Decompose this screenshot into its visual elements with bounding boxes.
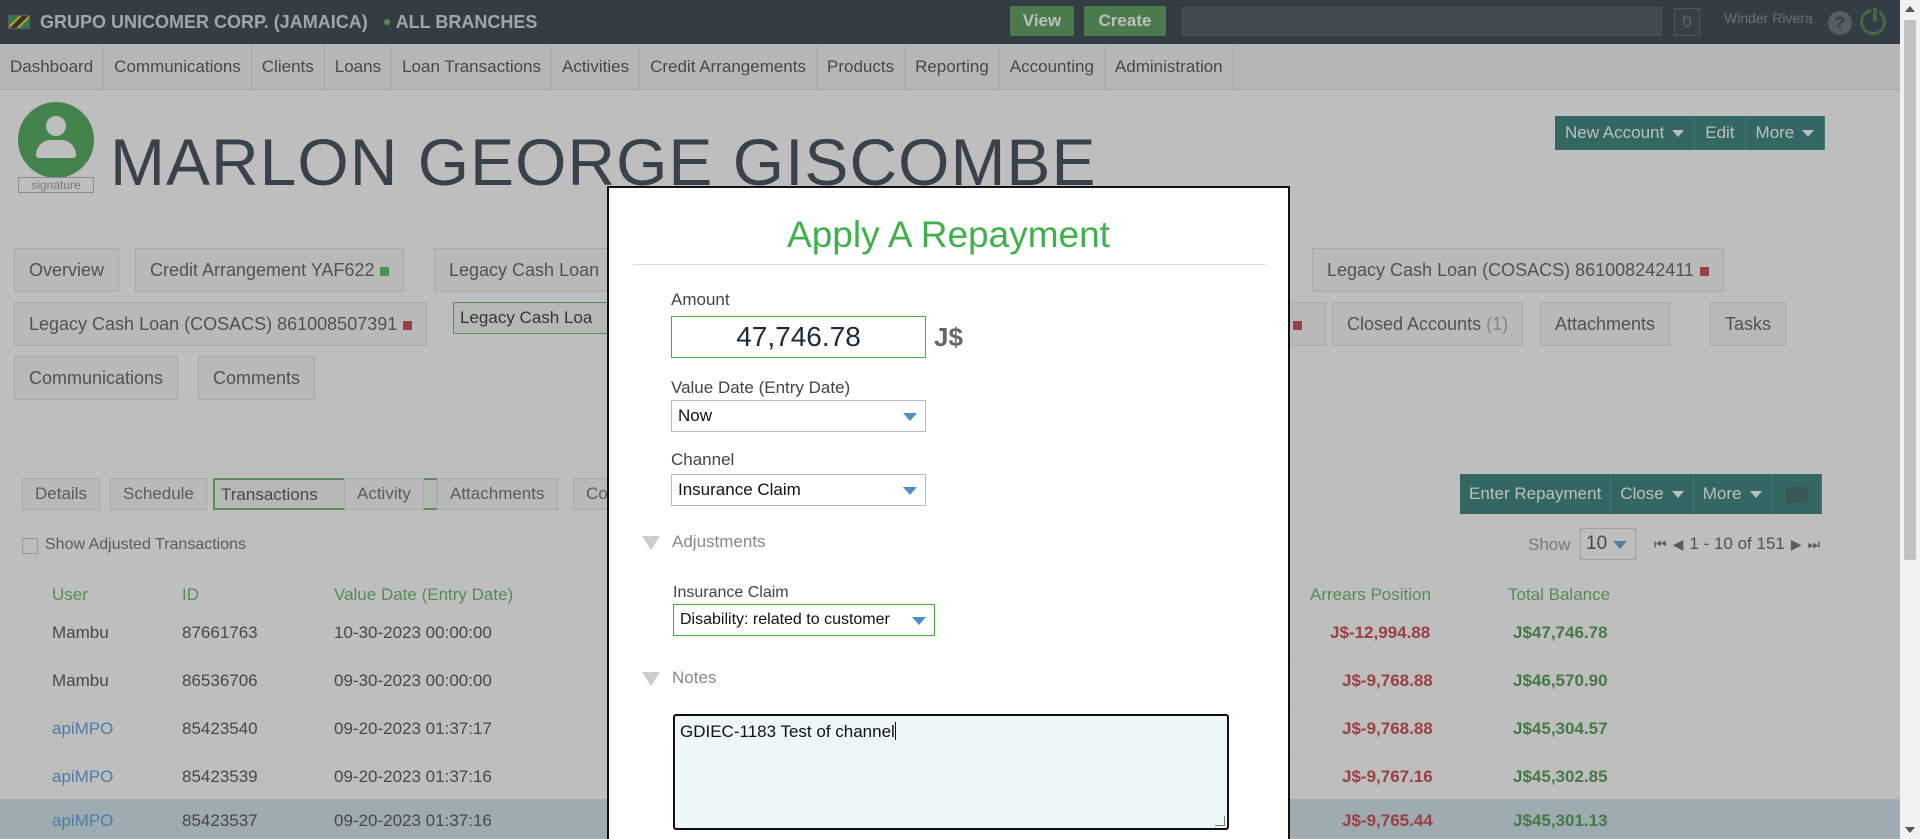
currency-label: J$ [934, 322, 963, 352]
insurance-claim-select[interactable]: Disability: related to customer [673, 604, 935, 636]
notes-textarea[interactable]: GDIEC-1183 Test of channel [673, 714, 1229, 830]
apply-repayment-dialog: Apply A Repayment Amount 47,746.78 J$ Va… [607, 186, 1290, 839]
chevron-down-icon [912, 617, 926, 625]
channel-label: Channel [671, 450, 735, 469]
amount-label: Amount [671, 290, 730, 309]
collapse-triangle-icon[interactable] [642, 672, 660, 686]
channel-value: Insurance Claim [678, 480, 801, 499]
notes-text: GDIEC-1183 Test of channel [680, 722, 895, 741]
channel-select[interactable]: Insurance Claim [671, 474, 926, 506]
insurance-claim-value: Disability: related to customer [680, 611, 890, 628]
collapse-triangle-icon[interactable] [642, 536, 660, 550]
amount-input[interactable]: 47,746.78 [671, 316, 926, 358]
scroll-up-icon[interactable] [1905, 6, 1915, 12]
dialog-title: Apply A Repayment [787, 214, 1110, 255]
insurance-claim-label: Insurance Claim [673, 584, 789, 601]
scroll-down-icon[interactable] [1905, 827, 1915, 833]
chevron-down-icon [903, 487, 917, 495]
text-cursor [894, 722, 896, 740]
notes-section-toggle[interactable]: Notes [672, 668, 716, 688]
resize-handle-icon[interactable] [1215, 816, 1225, 826]
value-date-value: Now [678, 406, 713, 425]
page-scrollbar[interactable] [1900, 0, 1920, 839]
scroll-thumb[interactable] [1904, 20, 1916, 560]
divider [633, 264, 1266, 265]
value-date-select[interactable]: Now [671, 400, 926, 432]
value-date-label: Value Date (Entry Date) [671, 378, 851, 397]
chevron-down-icon [903, 413, 917, 421]
adjustments-section-toggle[interactable]: Adjustments [672, 532, 766, 552]
